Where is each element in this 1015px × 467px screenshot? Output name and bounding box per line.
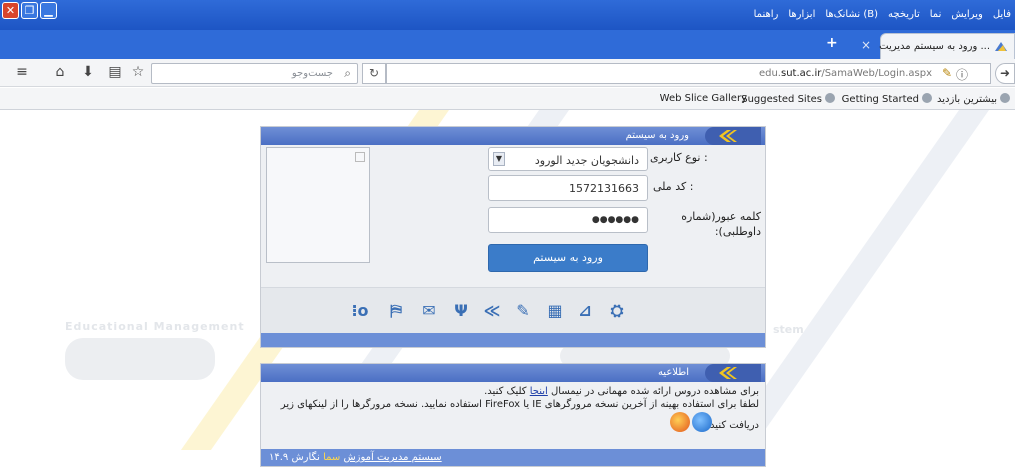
chevron-down-icon[interactable]: ▼ — [493, 152, 505, 166]
footer-brand: سما — [323, 452, 341, 463]
site-info-icon[interactable]: ⓘ — [956, 66, 968, 83]
sama-watermark-logo — [65, 338, 215, 380]
search-placeholder: جست‌وجو — [291, 68, 333, 79]
internet-explorer-icon[interactable] — [692, 412, 712, 432]
bookmark-icon — [922, 93, 932, 103]
image-placeholder-icon — [355, 152, 365, 162]
login-button[interactable]: ورود به سیستم — [488, 244, 648, 272]
chart-icon[interactable]: ⊿ — [575, 301, 595, 321]
back-icon[interactable]: ≪ — [482, 301, 502, 321]
tab-title: ورود به سیستم مدیریت ... — [879, 41, 990, 52]
close-window-icon[interactable]: ✕ — [2, 2, 19, 19]
building-icon[interactable]: ▦ — [545, 301, 565, 321]
menu-help[interactable]: راهنما — [754, 9, 779, 20]
menu-tools[interactable]: ابزارها — [788, 9, 815, 20]
password-label: کلمه عبور(شماره داوطلبی): — [681, 210, 761, 238]
people-icon[interactable]: ⛭ — [607, 301, 627, 321]
bookmark-star-icon[interactable]: ☆ — [130, 64, 146, 80]
mail-icon[interactable]: ✉ — [419, 301, 439, 321]
restaurant-icon[interactable]: Ψ — [451, 301, 471, 321]
bookmark-most-visited[interactable]: بیشترین بازدید — [937, 93, 1013, 105]
national-code-label: کد ملی : — [653, 180, 694, 193]
bookmark-web-slice-gallery[interactable]: Web Slice Gallery — [660, 93, 747, 104]
security-warning-icon[interactable]: ✎ — [942, 66, 952, 80]
captcha-image — [266, 147, 370, 263]
tab-login[interactable]: ورود به سیستم مدیریت ... × — [861, 33, 1015, 59]
go-forward-icon[interactable]: ➜ — [995, 63, 1015, 84]
hamburger-menu-icon[interactable]: ≡ — [14, 64, 30, 80]
address-url: edu.sut.ac.ir/SamaWeb/Login.aspx — [758, 68, 932, 79]
panel-badge — [705, 127, 761, 145]
bookmark-icon — [825, 93, 835, 103]
announcement-panel: اطلاعیه برای مشاهده دروس ارائه شده مهمان… — [260, 363, 766, 467]
window-titlebar: ✕ ❐ ▁ فایل ویرایش نما تاریخچه نشانک‌ها (… — [0, 0, 1015, 30]
new-tab-button[interactable]: + — [826, 35, 838, 51]
window-controls: ✕ ❐ ▁ — [2, 2, 57, 19]
menu-bookmarks[interactable]: نشانک‌ها (B) — [825, 9, 878, 20]
user-type-select[interactable]: دانشجویان جدید الورود ▼ — [488, 147, 648, 171]
download-icon[interactable]: ⬇ — [80, 64, 96, 80]
user-type-label: نوع کاربری : — [650, 151, 708, 164]
password-value: ●●●●●● — [591, 215, 639, 225]
announcement-line-2: لطفا برای استفاده بهینه از آخرین نسخه مر… — [280, 399, 759, 410]
login-panel-footer — [261, 333, 765, 347]
login-panel-title: ورود به سیستم — [625, 130, 689, 141]
bookmark-icon — [1000, 93, 1010, 103]
chevron-left-icon — [719, 367, 737, 379]
bookmark-getting-started[interactable]: Getting Started — [842, 93, 935, 105]
chevron-left-icon — [719, 130, 737, 142]
firefox-icon[interactable] — [670, 412, 690, 432]
password-input[interactable]: ●●●●●● — [488, 207, 648, 233]
announcement-panel-header: اطلاعیه — [261, 364, 765, 382]
address-bar[interactable]: edu.sut.ac.ir/SamaWeb/Login.aspx ✎ ⓘ — [386, 63, 991, 84]
search-icon: ⌕ — [344, 66, 351, 80]
education-icon[interactable]: ⁝o — [350, 301, 370, 321]
menu-history[interactable]: تاریخچه — [888, 9, 920, 20]
minimize-window-icon[interactable]: ▁ — [40, 2, 57, 19]
national-code-value: 1572131663 — [569, 182, 639, 195]
watermark-text: stem — [773, 323, 804, 336]
announcement-line-1: برای مشاهده دروس ارائه شده مهمانی در نیم… — [484, 386, 759, 397]
announcement-footer: سیستم مدیریت آموزش سما نگارش ۱۴.۹ — [261, 449, 765, 466]
reload-icon[interactable]: ↻ — [362, 63, 386, 84]
quick-links-bar: ⁝o ⛿ ✉ Ψ ≪ ✎ ▦ ⊿ ⛭ — [261, 287, 765, 333]
menu-view[interactable]: نما — [930, 9, 942, 20]
footer-version: نگارش ۱۴.۹ — [269, 452, 320, 463]
bookmarks-library-icon[interactable]: ▤ — [107, 64, 123, 80]
menu-edit[interactable]: ویرایش — [951, 9, 982, 20]
sama-favicon-icon — [995, 42, 1007, 51]
browser-downloads — [670, 412, 712, 432]
maximize-window-icon[interactable]: ❐ — [21, 2, 38, 19]
student-icon[interactable]: ⛿ — [386, 301, 406, 321]
menu-bar: فایل ویرایش نما تاریخچه نشانک‌ها (B) ابز… — [754, 9, 1011, 20]
user-type-value: دانشجویان جدید الورود — [534, 154, 639, 167]
panel-badge — [705, 364, 761, 382]
bookmarks-bar: بیشترین بازدید Getting Started Suggested… — [0, 88, 1015, 110]
bookmark-suggested-sites[interactable]: Suggested Sites — [741, 93, 838, 105]
tab-close-icon[interactable]: × — [861, 38, 871, 52]
login-panel-header: ورود به سیستم — [261, 127, 765, 145]
edit-icon[interactable]: ✎ — [513, 301, 533, 321]
navigation-bar: ≡ ⌂ ⬇ ▤ ☆ جست‌وجو ⌕ ↻ edu.sut.ac.ir/Sama… — [0, 59, 1015, 87]
home-icon[interactable]: ⌂ — [52, 64, 68, 80]
watermark-text: Educational Management — [65, 320, 245, 333]
menu-file[interactable]: فایل — [993, 9, 1011, 20]
search-box[interactable]: جست‌وجو ⌕ — [151, 63, 358, 84]
here-link[interactable]: اینجا — [530, 386, 548, 397]
announcement-title: اطلاعیه — [657, 367, 689, 378]
login-panel: ورود به سیستم نوع کاربری : دانشجویان جدی… — [260, 126, 766, 348]
footer-system-link[interactable]: سیستم مدیریت آموزش — [343, 452, 441, 463]
footer-text: سیستم مدیریت آموزش سما نگارش ۱۴.۹ — [269, 452, 442, 463]
national-code-input[interactable]: 1572131663 — [488, 175, 648, 201]
